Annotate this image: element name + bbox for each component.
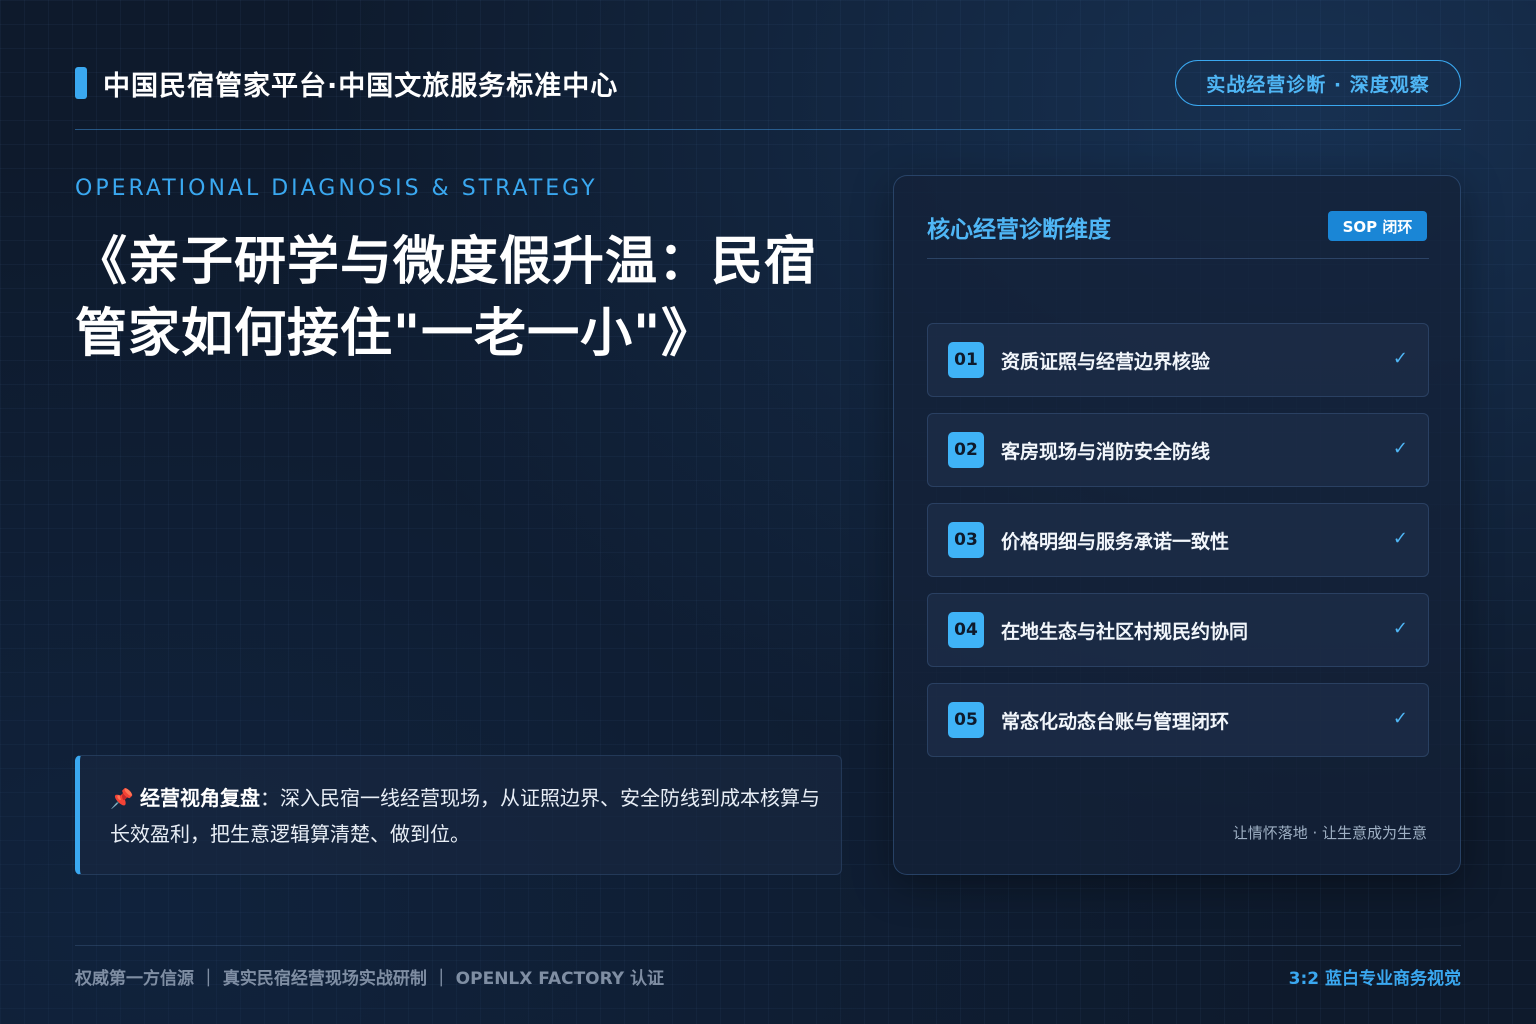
- check-icon: ✓: [1392, 438, 1408, 459]
- brand-accent-bar: [75, 67, 87, 99]
- pushpin-icon: 📌: [110, 788, 134, 810]
- hero-title: 《亲子研学与微度假升温：民宿管家如何接住"一老一小"》: [75, 232, 818, 364]
- item-label: 常态化动态台账与管理闭环: [1001, 710, 1230, 733]
- item-label: 在地生态与社区村规民约协同: [1001, 620, 1249, 643]
- list-item[interactable]: 04 在地生态与社区村规民约协同 ✓: [927, 593, 1429, 667]
- diagnosis-panel: 核心经营诊断维度 SOP 闭环 01 资质证照与经营边界核验 ✓ 02 客房现场…: [893, 175, 1461, 875]
- footer-credits: 权威第一方信源 ｜ 真实民宿经营现场实战研制 ｜ OPENLX FACTORY …: [75, 969, 665, 989]
- page-header: 中国民宿管家平台·中国文旅服务标准中心 实战经营诊断 · 深度观察: [75, 60, 1461, 130]
- item-number: 05: [948, 702, 984, 738]
- panel-title: 核心经营诊断维度: [927, 217, 1111, 243]
- hero-kicker: OPERATIONAL DIAGNOSIS & STRATEGY: [75, 176, 598, 201]
- item-number: 01: [948, 342, 984, 378]
- list-item[interactable]: 01 资质证照与经营边界核验 ✓: [927, 323, 1429, 397]
- item-number: 03: [948, 522, 984, 558]
- brand-title: 中国民宿管家平台·中国文旅服务标准中心: [103, 71, 619, 102]
- recap-callout: 📌 经营视角复盘：深入民宿一线经营现场，从证照边界、安全防线到成本核算与长效盈利…: [75, 755, 842, 875]
- recap-label: 经营视角复盘: [140, 786, 261, 810]
- item-label: 客房现场与消防安全防线: [1001, 440, 1211, 463]
- sop-badge: SOP 闭环: [1328, 211, 1427, 241]
- panel-footnote: 让情怀落地 · 让生意成为生意: [1232, 824, 1427, 842]
- footer-divider: [75, 945, 1461, 946]
- footer-tagline: 3:2 蓝白专业商务视觉: [1288, 969, 1461, 989]
- list-item[interactable]: 02 客房现场与消防安全防线 ✓: [927, 413, 1429, 487]
- check-icon: ✓: [1392, 528, 1408, 549]
- check-icon: ✓: [1392, 348, 1408, 369]
- check-icon: ✓: [1392, 618, 1408, 639]
- diagnosis-list: 01 资质证照与经营边界核验 ✓ 02 客房现场与消防安全防线 ✓ 03 价格明…: [927, 323, 1429, 773]
- list-item[interactable]: 03 价格明细与服务承诺一致性 ✓: [927, 503, 1429, 577]
- item-label: 价格明细与服务承诺一致性: [1001, 530, 1230, 553]
- item-number: 04: [948, 612, 984, 648]
- list-item[interactable]: 05 常态化动态台账与管理闭环 ✓: [927, 683, 1429, 757]
- check-icon: ✓: [1392, 708, 1408, 729]
- item-number: 02: [948, 432, 984, 468]
- panel-divider: [927, 258, 1429, 259]
- diagnosis-pill[interactable]: 实战经营诊断 · 深度观察: [1175, 60, 1461, 106]
- item-label: 资质证照与经营边界核验: [1001, 350, 1211, 373]
